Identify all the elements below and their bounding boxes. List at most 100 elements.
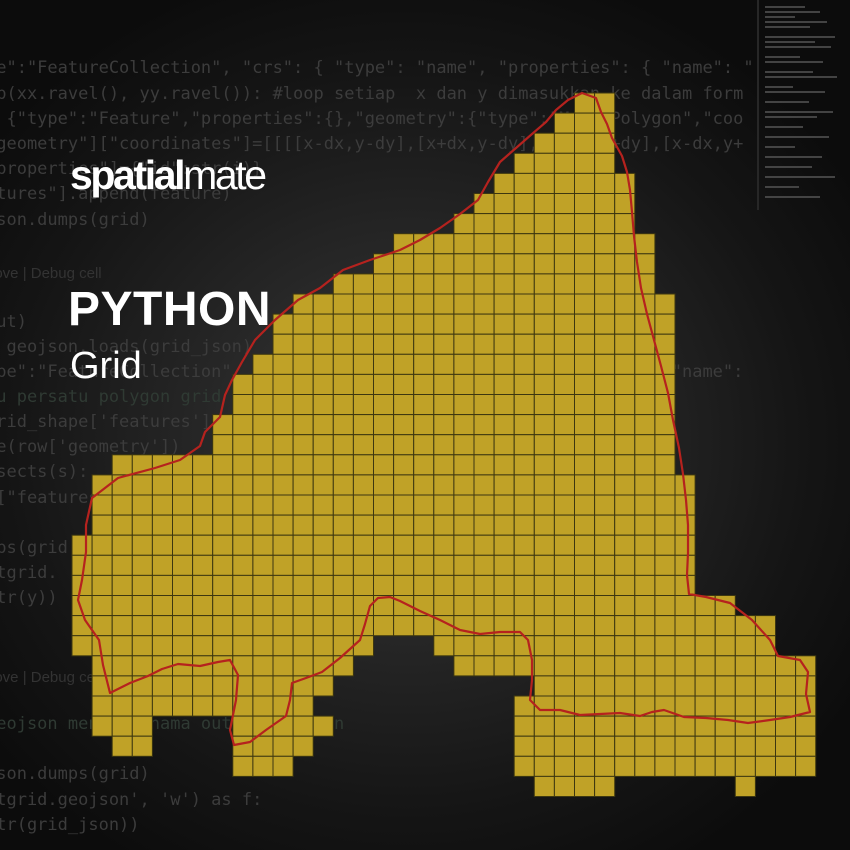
grid-cell: [272, 574, 294, 597]
grid-cell: [734, 775, 756, 798]
grid-cell: [111, 514, 133, 536]
grid-cell: [734, 675, 756, 697]
grid-cell: [714, 655, 736, 677]
grid-cell: [513, 152, 535, 174]
grid-cell: [493, 454, 515, 476]
grid-cell: [352, 454, 374, 476]
grid-cell: [553, 394, 576, 416]
grid-cell: [553, 233, 576, 255]
grid-cell: [292, 514, 314, 536]
grid-cell: [192, 635, 214, 657]
grid-cell: [272, 595, 294, 617]
grid-cell: [312, 414, 334, 436]
grid-cell: [272, 615, 294, 637]
grid-cell: [634, 534, 656, 556]
grid-cell: [614, 635, 636, 657]
grid-cell: [574, 655, 596, 677]
grid-cell: [272, 333, 294, 355]
grid-cell: [172, 675, 194, 697]
grid-cell: [533, 132, 555, 154]
grid-cell: [634, 554, 656, 576]
grid-cell: [594, 595, 616, 617]
grid-cell: [212, 414, 234, 436]
grid-cell: [775, 755, 797, 777]
grid-cell: [533, 755, 555, 777]
grid-cell: [533, 615, 555, 637]
grid-cell: [433, 574, 455, 597]
grid-cell: [373, 454, 395, 476]
grid-cell: [553, 474, 576, 496]
grid-cell: [352, 574, 374, 597]
grid-cell: [574, 695, 596, 717]
grid-cell: [433, 595, 455, 617]
grid-cell: [272, 655, 294, 677]
grid-cell: [111, 655, 133, 677]
grid-cell: [634, 615, 656, 637]
grid-cell: [574, 474, 596, 496]
grid-cell: [373, 574, 395, 597]
grid-cell: [594, 474, 616, 496]
grid-cell: [674, 695, 696, 717]
grid-cell: [413, 434, 435, 456]
grid-cell: [393, 273, 415, 295]
grid-cell: [332, 333, 354, 355]
grid-cell: [312, 554, 334, 576]
grid-cell: [574, 635, 596, 657]
grid-cell: [614, 474, 636, 496]
grid-cell: [513, 253, 535, 275]
page-title: PYTHON: [68, 283, 272, 336]
grid-cell: [433, 333, 455, 355]
grid-cell: [594, 172, 616, 194]
grid-cell: [533, 293, 555, 315]
grid-cell: [694, 675, 716, 697]
grid-cell: [252, 574, 274, 597]
grid-cell: [654, 313, 676, 335]
grid-cell: [453, 514, 475, 536]
grid-cell: [352, 353, 374, 375]
grid-cell: [553, 112, 576, 134]
grid-cell: [272, 474, 294, 496]
grid-cell: [553, 273, 576, 295]
grid-cell: [493, 434, 515, 456]
grid-cell: [453, 313, 475, 335]
brand-logo-part: mate: [183, 152, 267, 198]
grid-cell: [754, 695, 777, 717]
grid-cell: [413, 554, 435, 576]
grid-cell: [413, 353, 435, 375]
grid-cell: [91, 695, 113, 717]
grid-cell: [734, 615, 756, 637]
grid-cell: [252, 454, 274, 476]
grid-cell: [453, 333, 475, 355]
grid-cell: [332, 595, 354, 617]
grid-cell: [493, 313, 515, 335]
grid-cell: [131, 534, 153, 556]
grid-cell: [192, 454, 214, 476]
grid-cell: [413, 454, 435, 476]
grid-cell: [453, 595, 475, 617]
grid-cell: [393, 615, 415, 637]
grid-cell: [292, 474, 314, 496]
grid-cell: [292, 615, 314, 637]
grid-cell: [513, 454, 535, 476]
grid-cell: [332, 353, 354, 375]
grid-cell: [312, 333, 334, 355]
grid-cell: [292, 313, 314, 335]
grid-cell: [292, 695, 314, 717]
grid-cell: [312, 635, 334, 657]
grid-cell: [634, 655, 656, 677]
grid-cell: [272, 414, 294, 436]
grid-cell: [131, 635, 153, 657]
grid-cell: [614, 394, 636, 416]
grid-cell: [694, 615, 716, 637]
grid-cell: [373, 333, 395, 355]
grid-cell: [574, 675, 596, 697]
grid-cell: [473, 253, 495, 275]
grid-cell: [533, 414, 555, 436]
grid-cell: [272, 735, 294, 757]
grid-cell: [292, 534, 314, 556]
grid-cell: [654, 595, 676, 617]
grid-cell: [373, 514, 395, 536]
grid-cell: [594, 454, 616, 476]
grid-cell: [574, 534, 596, 556]
grid-cell: [574, 394, 596, 416]
